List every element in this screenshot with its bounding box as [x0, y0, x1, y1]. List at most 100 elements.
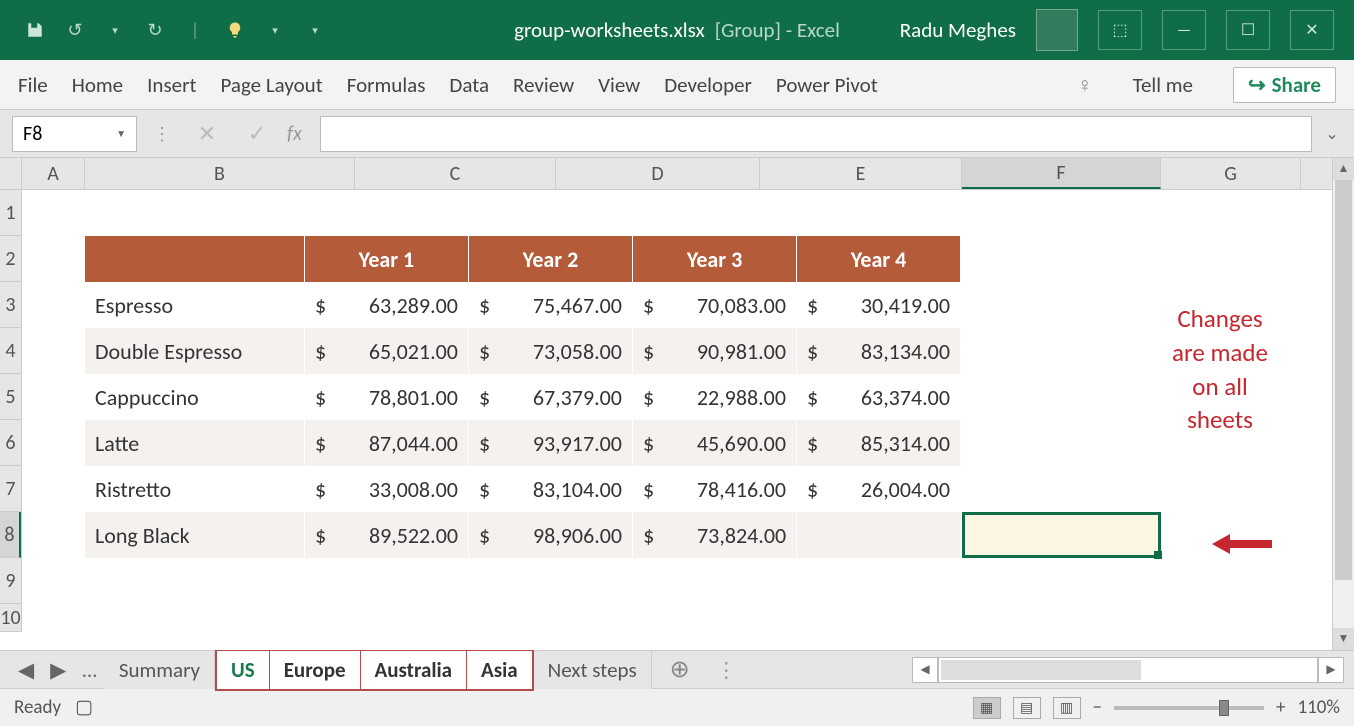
- row-header-7[interactable]: 7: [0, 466, 21, 512]
- tab-page-layout[interactable]: Page Layout: [220, 72, 322, 98]
- view-normal-icon[interactable]: ▦: [973, 697, 1001, 719]
- cells-area[interactable]: Year 1 Year 2 Year 3 Year 4 Espresso$63,…: [22, 190, 1332, 650]
- row-header-3[interactable]: 3: [0, 282, 21, 328]
- hscroll-track[interactable]: [938, 657, 1318, 683]
- col-header-e[interactable]: E: [760, 158, 962, 189]
- tab-file[interactable]: File: [18, 72, 48, 98]
- value-cell[interactable]: $75,467.00: [469, 282, 633, 328]
- value-cell[interactable]: $45,690.00: [633, 420, 797, 466]
- product-cell[interactable]: Ristretto: [85, 466, 305, 512]
- row-header-2[interactable]: 2: [0, 236, 21, 282]
- row-header-5[interactable]: 5: [0, 374, 21, 420]
- col-header-g[interactable]: G: [1161, 158, 1301, 189]
- scroll-up-icon[interactable]: ▲: [1333, 158, 1354, 180]
- close-button[interactable]: ✕: [1290, 10, 1334, 50]
- value-cell[interactable]: $83,134.00: [797, 328, 961, 374]
- vertical-scrollbar[interactable]: ▲ ▼: [1332, 158, 1354, 650]
- product-cell[interactable]: Long Black: [85, 512, 305, 558]
- sheet-overflow-label[interactable]: …: [74, 657, 105, 683]
- cancel-icon[interactable]: ✕: [187, 120, 227, 147]
- value-cell[interactable]: $73,824.00: [633, 512, 797, 558]
- macro-record-icon[interactable]: ▢: [75, 696, 93, 719]
- user-avatar[interactable]: [1036, 9, 1078, 51]
- value-cell[interactable]: $85,314.00: [797, 420, 961, 466]
- undo-dropdown-icon[interactable]: ▾: [100, 15, 130, 45]
- value-cell[interactable]: $78,416.00: [633, 466, 797, 512]
- save-icon[interactable]: [20, 15, 50, 45]
- row-header-1[interactable]: 1: [0, 190, 21, 236]
- fx-icon[interactable]: fx: [287, 122, 302, 146]
- tab-power-pivot[interactable]: Power Pivot: [776, 72, 878, 98]
- zoom-slider[interactable]: [1114, 706, 1264, 710]
- col-header-c[interactable]: C: [355, 158, 556, 189]
- value-cell[interactable]: $22,988.00: [633, 374, 797, 420]
- tab-formulas[interactable]: Formulas: [347, 72, 426, 98]
- value-cell[interactable]: $63,374.00: [797, 374, 961, 420]
- row-header-8[interactable]: 8: [0, 512, 21, 558]
- product-cell[interactable]: Latte: [85, 420, 305, 466]
- horizontal-scrollbar[interactable]: ◀ ▶: [912, 657, 1344, 683]
- expand-formula-bar-icon[interactable]: ⌄: [1322, 124, 1342, 144]
- value-cell[interactable]: $30,419.00: [797, 282, 961, 328]
- product-cell[interactable]: Espresso: [85, 282, 305, 328]
- minimize-button[interactable]: —: [1162, 10, 1206, 50]
- tell-me-label[interactable]: Tell me: [1133, 72, 1193, 98]
- zoom-slider-knob[interactable]: [1219, 700, 1229, 716]
- sheet-nav-prev-icon[interactable]: ◀: [10, 657, 42, 683]
- zoom-in-button[interactable]: +: [1276, 696, 1285, 719]
- row-header-9[interactable]: 9: [0, 558, 21, 604]
- sheet-tab-next-steps[interactable]: Next steps: [534, 651, 652, 689]
- namebox-resizer[interactable]: ⋮: [147, 123, 177, 145]
- value-cell[interactable]: $78,801.00: [305, 374, 469, 420]
- view-page-layout-icon[interactable]: ▤: [1013, 697, 1041, 719]
- select-all-corner[interactable]: [0, 158, 22, 190]
- col-header-b[interactable]: B: [85, 158, 355, 189]
- tab-review[interactable]: Review: [513, 72, 574, 98]
- active-cell-f8[interactable]: [962, 512, 1161, 558]
- value-cell[interactable]: $89,522.00: [305, 512, 469, 558]
- tab-insert[interactable]: Insert: [147, 72, 196, 98]
- row-header-4[interactable]: 4: [0, 328, 21, 374]
- hscroll-right-icon[interactable]: ▶: [1318, 657, 1344, 683]
- tab-home[interactable]: Home: [72, 72, 123, 98]
- value-cell[interactable]: $33,008.00: [305, 466, 469, 512]
- tab-developer[interactable]: Developer: [664, 72, 752, 98]
- undo-icon[interactable]: ↺: [60, 15, 90, 45]
- sheet-tab-us[interactable]: US: [217, 651, 270, 689]
- name-box-dropdown-icon[interactable]: ▼: [116, 127, 126, 140]
- sheet-tab-summary[interactable]: Summary: [105, 651, 215, 689]
- share-button[interactable]: ↪ Share: [1233, 67, 1336, 103]
- scroll-down-icon[interactable]: ▼: [1333, 628, 1354, 650]
- sheet-tab-asia[interactable]: Asia: [467, 651, 532, 689]
- product-cell[interactable]: Double Espresso: [85, 328, 305, 374]
- scroll-thumb[interactable]: [1335, 180, 1352, 580]
- value-cell[interactable]: $67,379.00: [469, 374, 633, 420]
- value-cell[interactable]: $98,906.00: [469, 512, 633, 558]
- formula-input[interactable]: [320, 116, 1312, 152]
- value-cell[interactable]: $70,083.00: [633, 282, 797, 328]
- value-cell[interactable]: $73,058.00: [469, 328, 633, 374]
- maximize-button[interactable]: ☐: [1226, 10, 1270, 50]
- tell-me-bulb-icon[interactable]: ♀: [1077, 72, 1093, 98]
- zoom-out-button[interactable]: −: [1093, 696, 1102, 719]
- sheet-tab-australia[interactable]: Australia: [361, 651, 467, 689]
- value-cell[interactable]: $65,021.00: [305, 328, 469, 374]
- new-sheet-button[interactable]: ⊕: [652, 655, 708, 684]
- col-header-a[interactable]: A: [22, 158, 85, 189]
- tab-data[interactable]: Data: [449, 72, 489, 98]
- row-header-6[interactable]: 6: [0, 420, 21, 466]
- hscroll-left-icon[interactable]: ◀: [912, 657, 938, 683]
- product-cell[interactable]: Cappuccino: [85, 374, 305, 420]
- value-cell[interactable]: $83,104.00: [469, 466, 633, 512]
- qat-overflow-icon[interactable]: ▾: [300, 15, 330, 45]
- fill-handle[interactable]: [1154, 551, 1162, 559]
- col-header-f[interactable]: F: [962, 158, 1161, 189]
- ribbon-display-icon[interactable]: ⬚: [1098, 10, 1142, 50]
- value-cell[interactable]: [797, 512, 961, 558]
- sheet-nav-next-icon[interactable]: ▶: [42, 657, 74, 683]
- value-cell[interactable]: $90,981.00: [633, 328, 797, 374]
- sheet-tab-europe[interactable]: Europe: [270, 651, 361, 689]
- bulb-icon[interactable]: [220, 15, 250, 45]
- value-cell[interactable]: $93,917.00: [469, 420, 633, 466]
- hscroll-thumb[interactable]: [941, 660, 1141, 680]
